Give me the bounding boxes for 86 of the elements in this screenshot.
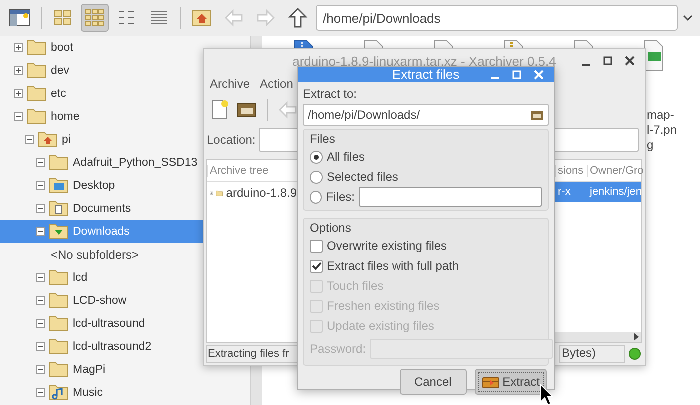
collapse-icon[interactable]	[36, 296, 45, 305]
window-title: arduino-1.8.9-linuxarm.tar.xz - Xarchiver 0.5.4	[292, 54, 556, 68]
back-arrow-icon	[223, 7, 245, 29]
expand-icon[interactable]	[14, 89, 23, 98]
collapse-icon[interactable]	[36, 342, 45, 351]
chest-icon	[482, 375, 500, 389]
address-field[interactable]: /home/pi/Downloads	[316, 5, 678, 31]
group-label: Files	[310, 132, 336, 146]
forward-arrow-icon	[255, 7, 277, 29]
location-label: Location:	[207, 133, 256, 147]
dropdown-caret-icon[interactable]	[682, 14, 694, 22]
folder-icon	[27, 62, 47, 79]
folder-icon	[49, 315, 69, 332]
empty-folder-note: <No subfolders>	[51, 248, 140, 262]
column-header[interactable]: Owner/Gro	[587, 164, 641, 176]
radio-button[interactable]	[310, 170, 323, 184]
documents-folder-icon	[49, 200, 69, 217]
new-archive-icon[interactable]	[210, 99, 230, 121]
maximize-button[interactable]	[601, 54, 615, 68]
collapse-icon[interactable]	[36, 365, 45, 374]
folder-icon	[49, 361, 69, 378]
up-arrow-icon	[287, 7, 309, 29]
radio-button[interactable]	[310, 190, 322, 204]
radio-label[interactable]: Selected files	[327, 170, 398, 184]
downloads-folder-icon	[49, 223, 69, 240]
tree-item[interactable]: home	[0, 105, 250, 128]
collapse-icon[interactable]	[36, 204, 45, 213]
grid-view-icon	[85, 9, 105, 27]
dialog-title-bar: Extract files	[298, 67, 554, 82]
collapse-icon[interactable]	[36, 319, 45, 328]
maximize-icon	[603, 56, 613, 66]
extract-path-field[interactable]: /home/pi/Downloads/	[303, 104, 549, 126]
password-label: Password:	[310, 342, 366, 356]
expand-icon[interactable]	[14, 43, 23, 52]
collapse-icon[interactable]	[36, 388, 45, 397]
extract-button[interactable]: Extract	[474, 369, 547, 395]
expand-icon[interactable]	[14, 66, 23, 75]
checkbox[interactable]	[310, 240, 323, 252]
collapse-icon[interactable]	[36, 181, 45, 190]
collapse-icon[interactable]	[36, 158, 45, 167]
collapse-icon[interactable]	[36, 227, 45, 236]
back-arrow-icon	[277, 99, 299, 121]
group-label: Options	[310, 221, 352, 235]
status-indicator-icon	[629, 348, 641, 360]
folder-icon	[49, 269, 69, 286]
close-button[interactable]	[623, 54, 637, 68]
tree-item[interactable]: lcd	[0, 266, 250, 289]
files-pattern-field[interactable]	[359, 187, 542, 207]
folder-icon	[27, 39, 47, 56]
status-size: Bytes)	[559, 345, 625, 363]
checkbox[interactable]	[310, 260, 323, 272]
icon-view-icon	[53, 9, 73, 27]
cancel-button[interactable]: Cancel	[400, 369, 467, 395]
checkbox-label[interactable]: Extract files with full path	[327, 259, 460, 273]
maximize-icon	[512, 70, 522, 80]
minimize-icon	[582, 64, 590, 66]
checkbox-label[interactable]: Overwrite existing files	[327, 239, 448, 253]
folder-icon	[49, 338, 69, 355]
menu-item[interactable]: Action	[260, 77, 294, 91]
scroll-right-icon	[634, 333, 639, 341]
file-name: map- l-7.pn g	[647, 108, 678, 153]
close-icon	[534, 70, 544, 80]
extract-to-label: Extract to:	[303, 87, 358, 101]
tree-item[interactable]: lcd-ultrasound	[0, 312, 250, 335]
close-icon	[625, 56, 635, 66]
collapse-icon[interactable]	[36, 273, 45, 282]
folder-icon	[49, 292, 69, 309]
radio-button[interactable]	[310, 150, 323, 164]
collapse-icon[interactable]	[14, 112, 23, 121]
tree-item[interactable]: LCD-show	[0, 289, 250, 312]
detail-list-icon	[149, 9, 169, 27]
collapse-icon[interactable]	[25, 135, 34, 144]
radio-label[interactable]: Files:	[326, 190, 355, 204]
minimize-icon	[491, 77, 499, 79]
desktop-folder-icon	[49, 177, 69, 194]
menu-item[interactable]: Archive	[210, 77, 250, 91]
tree-item[interactable]: boot	[0, 36, 250, 59]
folder-icon	[27, 108, 47, 125]
radio-label[interactable]: All files	[327, 150, 366, 164]
browse-folder-icon[interactable]	[530, 109, 544, 121]
compact-list-icon	[117, 9, 137, 27]
home-folder-icon	[38, 131, 58, 148]
folder-icon	[27, 85, 47, 102]
folder-icon	[49, 154, 69, 171]
music-folder-icon	[49, 384, 69, 401]
tree-item[interactable]: Music	[0, 381, 250, 404]
